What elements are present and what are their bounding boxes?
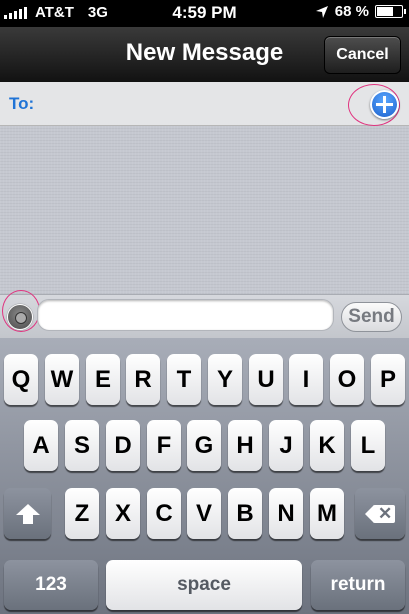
key-y[interactable]: Y xyxy=(208,354,242,405)
key-n[interactable]: N xyxy=(269,488,303,539)
key-b[interactable]: B xyxy=(228,488,262,539)
camera-icon[interactable] xyxy=(7,304,33,330)
key-i[interactable]: I xyxy=(289,354,323,405)
key-h[interactable]: H xyxy=(228,420,262,471)
shift-arrow-icon xyxy=(15,504,40,524)
space-key[interactable]: space xyxy=(106,560,302,610)
key-e[interactable]: E xyxy=(86,354,120,405)
return-key[interactable]: return xyxy=(311,560,405,610)
key-q[interactable]: Q xyxy=(4,354,38,405)
key-k[interactable]: K xyxy=(310,420,344,471)
shift-key[interactable] xyxy=(4,488,51,539)
status-right-group: 68 % xyxy=(315,3,406,20)
key-o[interactable]: O xyxy=(330,354,364,405)
cancel-button[interactable]: Cancel xyxy=(324,36,401,74)
key-j[interactable]: J xyxy=(269,420,303,471)
add-contact-button[interactable] xyxy=(370,90,399,119)
conversation-area xyxy=(0,126,409,294)
message-input[interactable] xyxy=(37,299,334,331)
backspace-icon: ✕ xyxy=(365,504,395,523)
key-x[interactable]: X xyxy=(106,488,140,539)
key-p[interactable]: P xyxy=(371,354,405,405)
navigation-bar: New Message Cancel xyxy=(0,27,409,82)
key-w[interactable]: W xyxy=(45,354,79,405)
key-u[interactable]: U xyxy=(249,354,283,405)
to-label: To: xyxy=(9,94,35,113)
key-a[interactable]: A xyxy=(24,420,58,471)
key-c[interactable]: C xyxy=(147,488,181,539)
send-button[interactable]: Send xyxy=(341,302,402,332)
location-arrow-icon xyxy=(315,5,328,18)
key-s[interactable]: S xyxy=(65,420,99,471)
key-l[interactable]: L xyxy=(351,420,385,471)
battery-percent: 68 % xyxy=(334,3,369,20)
keyboard: Q W E R T Y U I O P A S D F G H J K L Z … xyxy=(0,338,409,614)
key-r[interactable]: R xyxy=(126,354,160,405)
status-bar: AT&T 3G 4:59 PM 68 % xyxy=(0,0,409,27)
backspace-key[interactable]: ✕ xyxy=(355,488,405,539)
key-d[interactable]: D xyxy=(106,420,140,471)
key-v[interactable]: V xyxy=(187,488,221,539)
key-f[interactable]: F xyxy=(147,420,181,471)
battery-icon xyxy=(375,5,406,18)
key-t[interactable]: T xyxy=(167,354,201,405)
key-z[interactable]: Z xyxy=(65,488,99,539)
key-g[interactable]: G xyxy=(187,420,221,471)
numbers-key[interactable]: 123 xyxy=(4,560,98,610)
key-m[interactable]: M xyxy=(310,488,344,539)
